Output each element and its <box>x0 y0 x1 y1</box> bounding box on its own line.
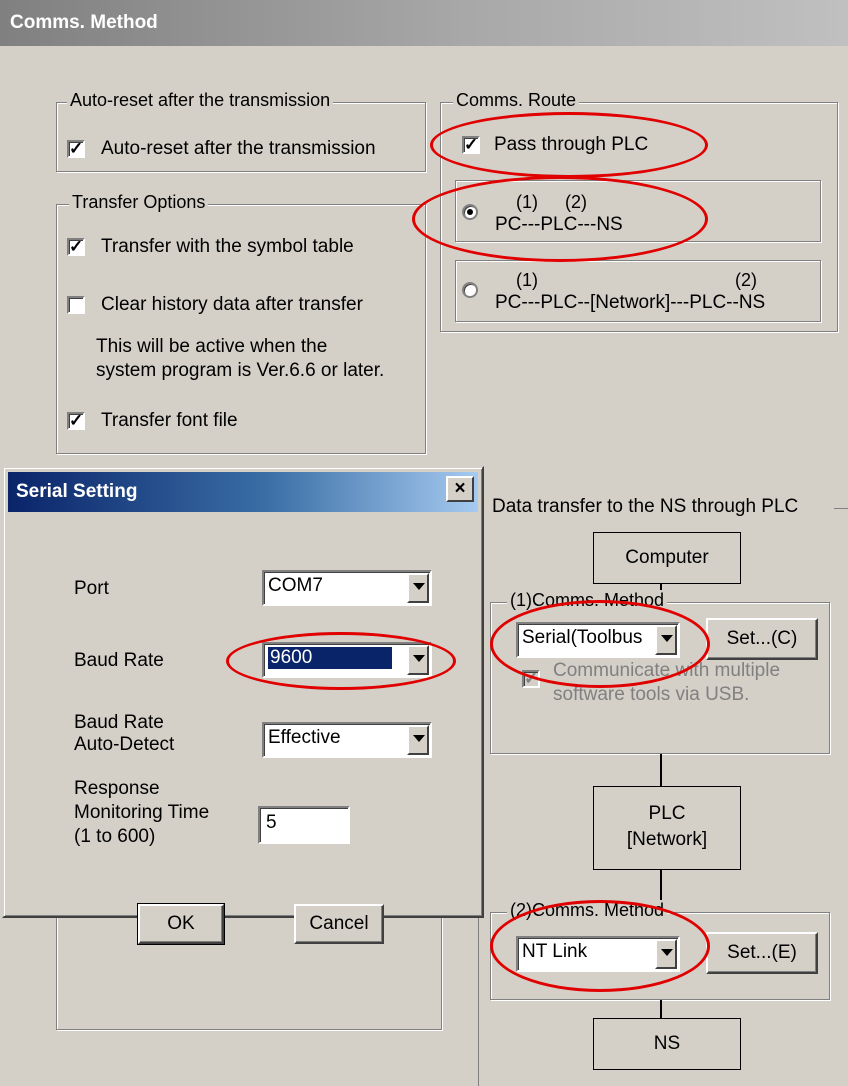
plc-label: PLC <box>648 803 686 824</box>
route1-radio[interactable] <box>462 204 478 220</box>
dialog-title: Serial Setting <box>16 481 138 502</box>
ok-button[interactable]: OK <box>137 903 225 945</box>
ns-box: NS <box>593 1018 741 1070</box>
route2-radio[interactable] <box>462 282 478 298</box>
connector-method2-ns <box>660 1000 662 1018</box>
chevron-down-icon[interactable] <box>655 939 677 969</box>
response-label-line3: (1 to 600) <box>74 826 156 847</box>
response-time-input[interactable]: 5 <box>258 806 350 844</box>
chevron-down-icon[interactable] <box>407 573 429 603</box>
method2-combo[interactable]: NT Link <box>516 936 680 972</box>
ok-button-label: OK <box>167 913 195 934</box>
port-combo[interactable]: COM7 <box>262 570 432 606</box>
route2-path[interactable]: PC---PLC--[Network]---PLC--NS <box>495 292 765 314</box>
computer-box: Computer <box>593 532 741 584</box>
data-transfer-frame-top <box>834 508 848 509</box>
route1-num2: (2) <box>565 192 587 212</box>
port-combo-value: COM7 <box>268 575 323 596</box>
dialog-title-bar: Serial Setting <box>8 472 478 512</box>
multi-tools-line2: software tools via USB. <box>553 684 750 705</box>
method2-combo-value: NT Link <box>522 941 588 962</box>
method2-group-label: (2)Comms. Method <box>507 900 668 921</box>
plc-box: PLC [Network] <box>593 786 741 870</box>
font-file-checkbox-label[interactable]: Transfer font file <box>101 410 238 432</box>
auto-reset-group: Auto-reset after the transmission <box>56 90 426 172</box>
autodetect-combo-value: Effective <box>268 727 341 748</box>
pass-through-plc-checkbox[interactable]: ✓ <box>462 136 480 154</box>
window-title: Comms. Method <box>0 0 848 46</box>
ns-label: NS <box>653 1033 681 1054</box>
version-note-line2: system program is Ver.6.6 or later. <box>96 360 385 381</box>
response-label-line2: Monitoring Time <box>74 802 210 823</box>
chevron-down-icon[interactable] <box>407 645 429 675</box>
baud-rate-combo[interactable]: 9600 <box>262 642 432 678</box>
close-icon[interactable]: × <box>446 476 474 502</box>
auto-reset-checkbox-label[interactable]: Auto-reset after the transmission <box>101 138 376 160</box>
route2-num1: (1) <box>516 270 538 290</box>
transfer-options-group-label: Transfer Options <box>69 192 209 213</box>
connector-method1-plc <box>660 754 662 786</box>
multi-tools-checkbox[interactable]: ✓ <box>522 670 540 688</box>
chevron-down-icon[interactable] <box>655 625 677 655</box>
autodetect-label-line2: Auto-Detect <box>74 734 175 755</box>
symbol-table-checkbox-label[interactable]: Transfer with the symbol table <box>101 236 354 258</box>
response-label-line1: Response <box>74 778 160 799</box>
comms-route-group-label: Comms. Route <box>453 90 580 111</box>
serial-setting-dialog: Serial Setting × Port COM7 Baud Rate 960… <box>2 466 484 945</box>
set-e-button-label: Set...(E) <box>727 942 797 963</box>
baud-rate-combo-value: 9600 <box>268 647 392 669</box>
port-label: Port <box>74 578 109 599</box>
auto-reset-checkbox[interactable]: ✓ <box>67 140 85 158</box>
cancel-button-label: Cancel <box>309 913 369 934</box>
route2-num2: (2) <box>735 270 757 290</box>
chevron-down-icon[interactable] <box>407 725 429 755</box>
autodetect-label-line1: Baud Rate <box>74 712 164 733</box>
hidden-group-box <box>56 900 442 1030</box>
set-c-button[interactable]: Set...(C) <box>706 618 818 660</box>
plc-network-label: [Network] <box>626 829 708 850</box>
method1-combo[interactable]: Serial(Toolbus <box>516 622 680 658</box>
route1-num1: (1) <box>516 192 538 212</box>
baud-rate-label: Baud Rate <box>74 650 164 671</box>
autodetect-combo[interactable]: Effective <box>262 722 432 758</box>
set-c-button-label: Set...(C) <box>726 628 798 649</box>
pass-through-plc-label[interactable]: Pass through PLC <box>494 134 648 156</box>
clear-history-checkbox[interactable] <box>67 296 85 314</box>
computer-label: Computer <box>625 547 709 568</box>
route1-path[interactable]: PC---PLC---NS <box>495 214 623 236</box>
auto-reset-group-label: Auto-reset after the transmission <box>67 90 334 111</box>
font-file-checkbox[interactable]: ✓ <box>67 412 85 430</box>
data-transfer-label: Data transfer to the NS through PLC <box>492 496 799 517</box>
multi-tools-line1: Communicate with multiple <box>553 660 781 681</box>
set-e-button[interactable]: Set...(E) <box>706 932 818 974</box>
version-note-line1: This will be active when the <box>96 336 328 357</box>
clear-history-checkbox-label[interactable]: Clear history data after transfer <box>101 294 363 316</box>
method1-group-label: (1)Comms. Method <box>507 590 668 611</box>
method1-combo-value: Serial(Toolbus <box>522 627 643 648</box>
cancel-button[interactable]: Cancel <box>294 904 384 944</box>
symbol-table-checkbox[interactable]: ✓ <box>67 238 85 256</box>
